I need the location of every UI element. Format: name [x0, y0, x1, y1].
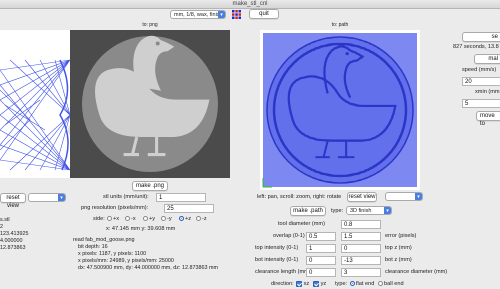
stl-viewer[interactable] [0, 30, 70, 178]
direction-yz-checkbox[interactable]: yz [313, 280, 326, 288]
bot-intensity-label: bot intensity (0-1) [255, 257, 299, 263]
side-option-label: +y [149, 216, 156, 222]
make-path-button[interactable]: make .path [290, 206, 326, 216]
png-resolution-input[interactable]: 25 [164, 204, 214, 213]
png-image [70, 30, 230, 178]
error-input[interactable]: 1.5 [341, 232, 381, 241]
view-select[interactable]: ▾ [385, 192, 423, 201]
side-option-label: -x [131, 216, 136, 222]
bot-z-label: bot z (mm) [385, 257, 412, 263]
top-z-label: top z (mm) [385, 245, 412, 251]
chevron-down-icon: ▾ [218, 11, 225, 18]
path-panel-header: to: path [331, 22, 349, 28]
overlap-label: overlap (0-1) [273, 233, 305, 239]
read-info-line: x pixels: 1187, y pixels: 1100 [78, 251, 147, 257]
checkbox-checked-icon [313, 280, 319, 287]
xmin-input[interactable]: 5 [462, 99, 500, 108]
stl-info-line: 12.873863 [0, 245, 26, 251]
cursor-readout: x: 47.145 mm y: 39.608 mm [106, 226, 176, 232]
radio-icon [161, 216, 166, 222]
direction-yz-label: yz [320, 281, 327, 287]
toolpath-viewer[interactable] [260, 30, 420, 190]
side-option-label: +x [113, 216, 120, 222]
stl-info-line: 4.000000 [0, 238, 23, 244]
bot-intensity-input[interactable]: 0 [306, 256, 336, 265]
direction-xz-checkbox[interactable]: xz [296, 280, 309, 288]
clearance-length-label: clearance length (mm) [255, 269, 311, 275]
chevron-down-icon: ▾ [58, 194, 65, 201]
type-select[interactable]: 3D finish ▾ [346, 206, 392, 215]
send-status: 827 seconds, 13.8 [453, 44, 499, 50]
read-info-line: bit depth: 16 [78, 244, 108, 250]
side-option-label: +z [185, 216, 192, 222]
radio-icon [378, 281, 383, 287]
palette-grid-icon[interactable] [232, 10, 241, 19]
top-intensity-input[interactable]: 1 [306, 244, 336, 253]
top-z-input[interactable]: 0 [341, 244, 381, 253]
clearance-diameter-label: clearance diameter (mm) [385, 269, 448, 275]
read-info-line: read fab_mod_goose.png [73, 237, 135, 243]
speed-label: speed (mm/s) [462, 67, 497, 73]
radio-selected-icon [179, 216, 184, 222]
chevron-down-icon: ▾ [415, 193, 422, 200]
stl-info-line: s.stl [0, 217, 10, 223]
ball-end-label: ball end [384, 281, 404, 287]
flat-end-label: flat end [356, 281, 375, 287]
side-option-my[interactable]: -y [161, 215, 172, 223]
send-button[interactable]: se [462, 32, 500, 42]
stl-info-line: 2 [0, 224, 3, 230]
make-button[interactable]: mal [474, 54, 500, 64]
bot-z-input[interactable]: -13 [341, 256, 381, 265]
side-label: side: [93, 216, 105, 222]
tool-diameter-input[interactable]: 0.8 [341, 220, 381, 229]
mode-select[interactable]: mm, 1/8, wax, finis ▾ [170, 10, 226, 19]
reset-view-button-left[interactable]: reset view [0, 193, 26, 209]
png-panel-header: to: png [142, 22, 158, 28]
side-option-label: -z [202, 216, 207, 222]
side-option-py[interactable]: +y [143, 215, 155, 223]
type-select-value: 3D finish [350, 208, 372, 214]
stl-units-input[interactable]: 1 [156, 193, 206, 202]
speed-input[interactable]: 20 [462, 77, 500, 86]
nav-hint: left: pan, scroll: zoom, right: rotate [257, 194, 342, 200]
radio-icon [107, 216, 112, 222]
view-select-left[interactable]: ▾ [28, 193, 66, 202]
read-info-line: dx: 47.500900 mm, dy: 44.000000 mm, dz: … [78, 265, 218, 271]
clearance-diameter-input[interactable]: 3 [341, 268, 381, 277]
side-option-label: -y [167, 216, 172, 222]
radio-icon [125, 216, 130, 222]
ball-end-radio[interactable]: ball end [378, 280, 404, 288]
error-label: error (pixels) [385, 233, 417, 239]
direction-xz-label: xz [303, 281, 310, 287]
endmill-type-label: type: [335, 281, 348, 287]
direction-label: direction: [271, 281, 294, 287]
stl-units-label: stl units (mm/unit): [103, 194, 149, 200]
side-option-mz[interactable]: -z [196, 215, 207, 223]
overlap-input[interactable]: 0.5 [306, 232, 336, 241]
png-resolution-label: png resolution (pixels/mm): [81, 205, 149, 211]
radio-icon [143, 216, 148, 222]
reset-view-button[interactable]: reset view [347, 192, 377, 202]
tool-diameter-label: tool diameter (mm) [278, 221, 325, 227]
chevron-down-icon: ▾ [384, 207, 391, 214]
xmin-label: xmin (mm [475, 89, 500, 95]
stl-info-line: 123.413925 [0, 231, 29, 237]
flat-end-radio[interactable]: flat end [350, 280, 374, 288]
side-option-mx[interactable]: -x [125, 215, 136, 223]
window-title: make_stl_cnl [0, 0, 500, 9]
side-option-px[interactable]: +x [107, 215, 119, 223]
radio-selected-icon [350, 281, 355, 287]
read-info-line: x pixels/mm: 24989, y pixels/mm: 25000 [78, 258, 174, 264]
type-label: type: [331, 208, 344, 214]
side-option-pz[interactable]: +z [179, 215, 191, 223]
mode-select-value: mm, 1/8, wax, finis [174, 12, 220, 18]
quit-button[interactable]: quit [249, 9, 279, 19]
top-intensity-label: top intensity (0-1) [255, 245, 299, 251]
make-png-button[interactable]: make .png [132, 181, 168, 191]
clearance-length-input[interactable]: 0 [306, 268, 336, 277]
radio-icon [196, 216, 201, 222]
checkbox-checked-icon [296, 280, 302, 287]
move-to-button[interactable]: move to [476, 111, 500, 127]
